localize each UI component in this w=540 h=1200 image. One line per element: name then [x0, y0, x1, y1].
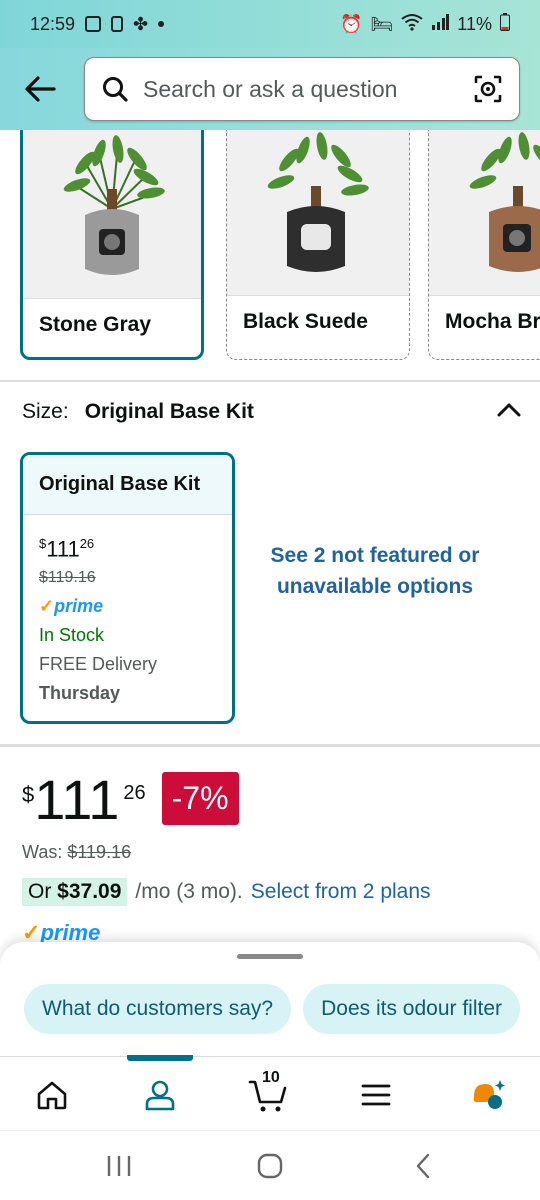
more-notifications-icon [158, 21, 165, 27]
main-price: $ 111 26 -7% [22, 772, 239, 828]
plan-prefix: Or [28, 880, 52, 903]
color-option-mocha[interactable]: Mocha Br [428, 130, 540, 360]
was-label: Was: [22, 842, 63, 862]
question-chip[interactable]: Does its odour filter [303, 984, 521, 1034]
divider [0, 744, 540, 747]
hamburger-menu-icon [361, 1084, 391, 1106]
bottom-nav: 10 [0, 1055, 540, 1130]
question-chip[interactable]: What do customers say? [24, 984, 292, 1034]
unfeatured-options-link[interactable]: See 2 not featured or unavailable option… [260, 540, 490, 602]
price-currency: $ [22, 782, 35, 807]
alarm-icon: ⏰ [340, 13, 363, 34]
delivery-day: Thursday [39, 683, 121, 704]
home-icon [37, 1081, 67, 1110]
system-back-button[interactable] [408, 1151, 438, 1181]
was-price: $119.16 [67, 842, 132, 862]
home-system-button[interactable] [254, 1151, 286, 1181]
fan-notification-icon: ✤ [133, 13, 149, 34]
header: Search or ask a question [0, 48, 540, 130]
stock-status: In Stock [39, 625, 105, 646]
color-option-label: Mocha Br [445, 310, 540, 333]
price-whole: 111 [46, 536, 80, 562]
plan-term: /mo (3 mo). [135, 880, 243, 903]
color-swatch-row: Stone Gray Black Suede Mocha Br [20, 130, 540, 365]
product-image-mocha [429, 130, 540, 296]
discount-badge: -7% [161, 772, 239, 825]
price-whole: 111 [34, 768, 120, 831]
nav-menu[interactable] [352, 1073, 400, 1117]
chevron-up-icon[interactable] [496, 400, 522, 424]
back-button[interactable] [20, 69, 60, 109]
prime-text: prime [54, 596, 104, 617]
signal-icon [431, 13, 450, 35]
size-option-was-price: $119.16 [39, 569, 96, 587]
size-label: Size: [22, 400, 69, 423]
plan-monthly-chip: Or $37.09 [22, 878, 128, 906]
product-image-black-suede [227, 130, 409, 296]
was-price-row: Was: $119.16 [22, 842, 131, 863]
nav-account[interactable] [136, 1073, 184, 1117]
sheet-drag-handle[interactable] [237, 954, 303, 959]
sim-notification-icon [111, 16, 124, 32]
payment-plan-row: Or $37.09 /mo (3 mo). Select from 2 plan… [22, 878, 431, 906]
home-circle-icon [257, 1153, 283, 1179]
color-option-label: Stone Gray [39, 313, 152, 336]
questions-sheet: What do customers say? Does its odour fi… [0, 942, 540, 1056]
chevron-left-icon [416, 1153, 430, 1179]
back-arrow-icon [25, 76, 56, 102]
size-selector-header[interactable]: Size: Original Base Kit [22, 400, 522, 424]
select-plans-link[interactable]: Select from 2 plans [251, 880, 431, 904]
plan-monthly-amount: $37.09 [57, 880, 122, 903]
divider [0, 380, 540, 382]
product-image-stone-gray [23, 130, 201, 299]
size-selected-value: Original Base Kit [84, 400, 254, 423]
recent-apps-button[interactable] [104, 1151, 134, 1181]
sleep-icon: 🛏 [370, 13, 394, 34]
nav-rufus[interactable] [464, 1073, 512, 1117]
color-option-label: Black Suede [243, 310, 368, 333]
color-option-stone-gray[interactable]: Stone Gray [20, 130, 204, 360]
size-option-title: Original Base Kit [23, 455, 232, 515]
nav-home[interactable] [28, 1073, 76, 1117]
search-input[interactable]: Search or ask a question [84, 57, 520, 121]
prime-check-icon: ✓ [39, 596, 55, 617]
active-tab-indicator [127, 1055, 193, 1061]
price-fraction: 26 [79, 536, 95, 551]
status-time: 12:59 [30, 13, 76, 34]
camera-lens-icon[interactable] [473, 74, 503, 104]
color-option-black-suede[interactable]: Black Suede [226, 130, 410, 360]
prime-badge: ✓prime [39, 592, 216, 621]
price-fraction: 26 [123, 782, 146, 804]
status-bar: 12:59 ✤ ⏰ 🛏 11% [0, 0, 540, 48]
search-icon [103, 77, 128, 102]
recent-apps-icon [107, 1156, 131, 1176]
rufus-assistant-icon [474, 1080, 505, 1109]
system-nav-bar [0, 1130, 540, 1200]
battery-icon [500, 12, 510, 36]
gallery-notification-icon [85, 16, 102, 32]
wifi-icon [401, 13, 423, 36]
size-option-price: $11126 [39, 529, 216, 563]
account-icon [145, 1080, 175, 1111]
delivery-text: FREE Delivery [39, 654, 158, 675]
nav-cart[interactable]: 10 [244, 1069, 292, 1117]
battery-percent: 11% [457, 13, 492, 34]
cart-count-badge: 10 [262, 1069, 280, 1086]
size-option-card[interactable]: Original Base Kit $11126 $119.16 ✓prime … [20, 452, 235, 724]
search-placeholder: Search or ask a question [143, 75, 398, 102]
